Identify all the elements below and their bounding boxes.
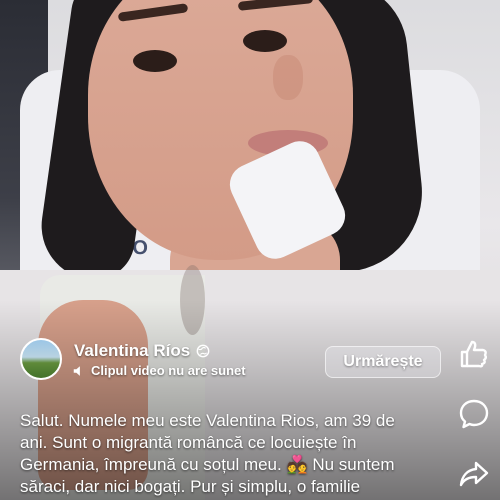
sound-notice[interactable]: Clipul video nu are sunet xyxy=(72,363,246,378)
comment-icon[interactable] xyxy=(458,398,490,430)
nose xyxy=(273,55,303,100)
like-icon[interactable] xyxy=(458,338,490,370)
eyebrow-right xyxy=(237,0,314,11)
author-name-text[interactable]: Valentina Ríos xyxy=(74,341,190,361)
caption-line: ani. Sunt o migrantă româncă ce locuieșt… xyxy=(20,433,357,452)
post-caption[interactable]: Salut. Numele meu este Valentina Rios, a… xyxy=(20,410,450,498)
eyebrow-left xyxy=(117,3,189,22)
sound-notice-text: Clipul video nu are sunet xyxy=(91,363,246,378)
thumbs-up-icon xyxy=(460,340,487,368)
caption-line: săraci, dar nici bogați. Pur și simplu, … xyxy=(20,477,361,496)
follow-button[interactable]: Urmărește xyxy=(325,346,441,378)
share-icon[interactable] xyxy=(458,458,490,490)
eye-left xyxy=(133,50,177,72)
speech-bubble-icon xyxy=(459,399,489,429)
author-name[interactable]: Valentina Ríos xyxy=(74,341,210,361)
avatar[interactable] xyxy=(20,338,62,380)
share-arrow-icon xyxy=(459,461,489,487)
caption-line: Germania, împreună cu soțul meu. 💑 Nu su… xyxy=(20,455,395,474)
caption-line: Salut. Numele meu este Valentina Rios, a… xyxy=(20,411,395,430)
eye-right xyxy=(243,30,287,52)
reel-viewer: A.HO Valentina Ríos Clipul vide xyxy=(0,0,500,500)
globe-icon xyxy=(196,344,210,358)
muted-speaker-icon xyxy=(73,365,80,376)
author-avatar-wrap[interactable] xyxy=(20,338,62,380)
